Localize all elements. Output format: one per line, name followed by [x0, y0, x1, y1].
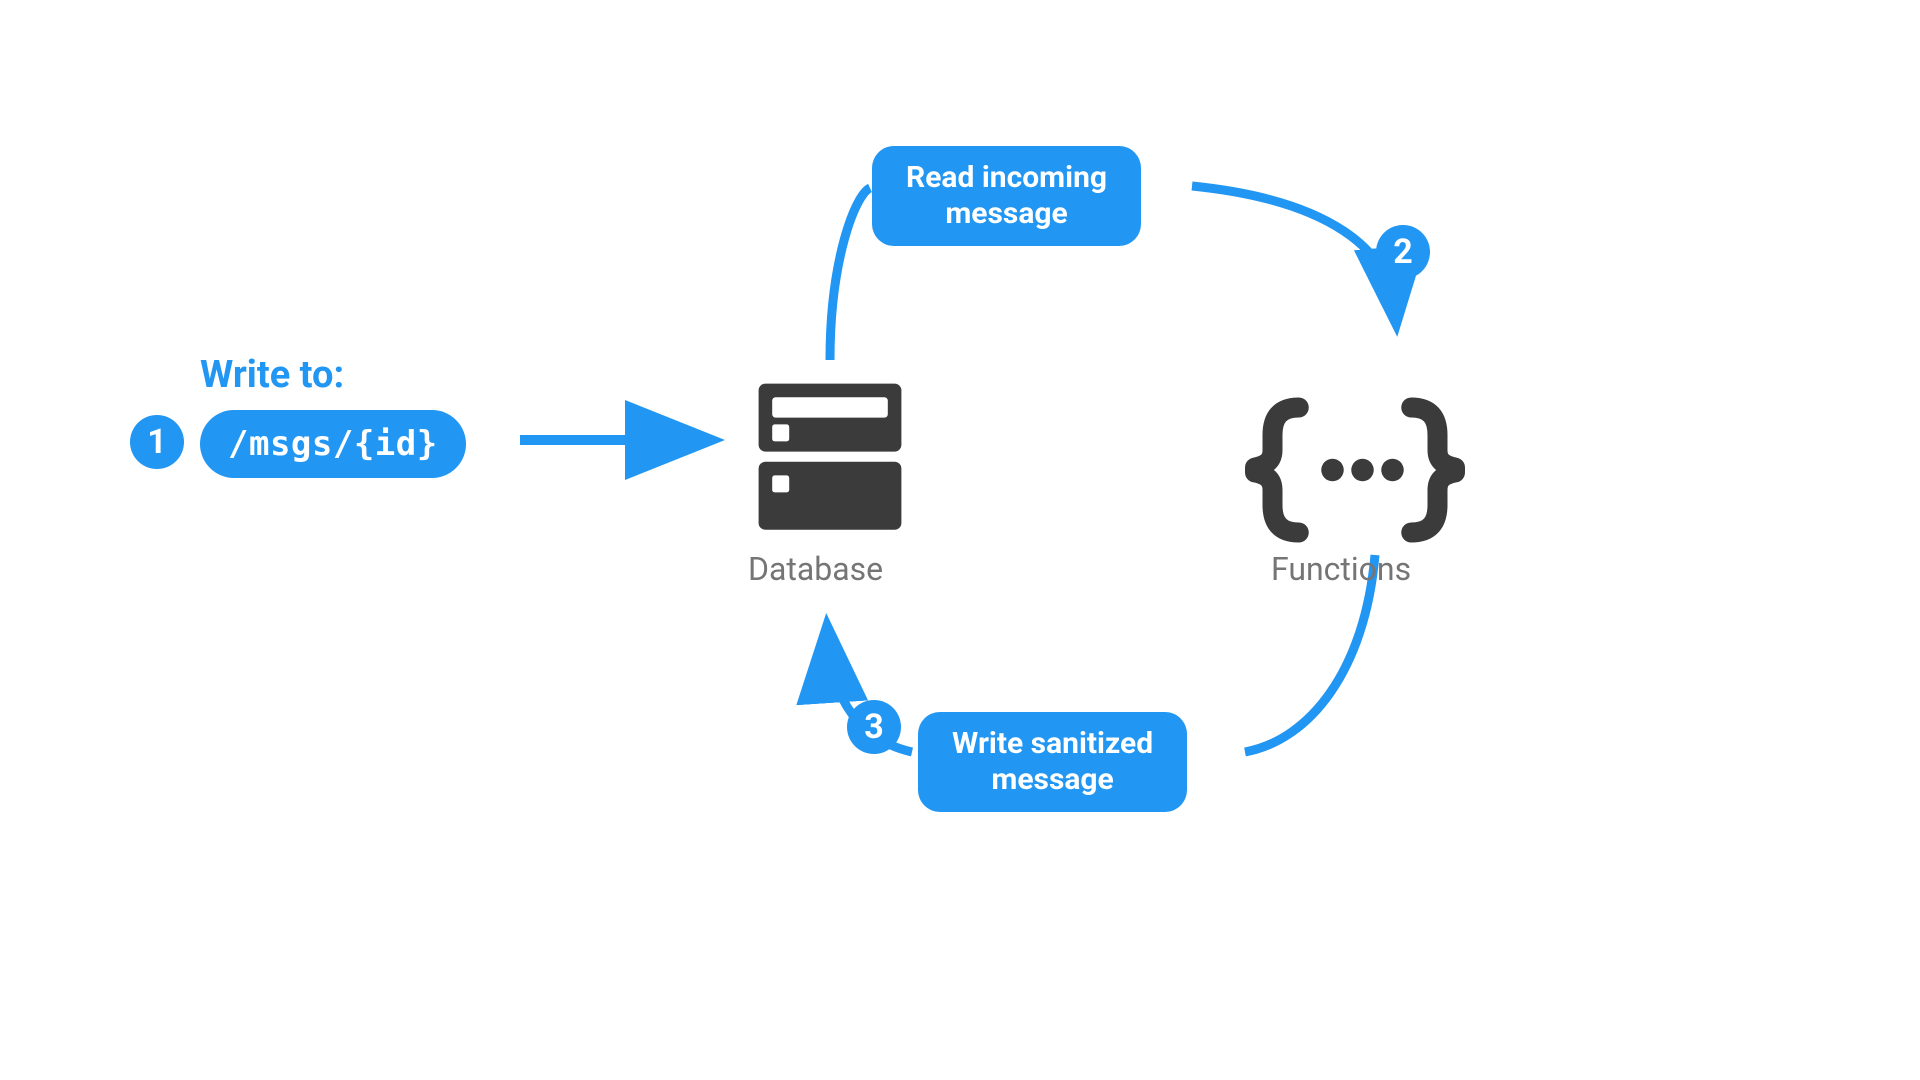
path-pill: /msgs/{id}	[200, 410, 466, 478]
step-number: 1	[147, 422, 167, 462]
step-badge-3: 3	[847, 700, 901, 754]
step-number: 2	[1393, 232, 1413, 272]
flow-diagram: Write to: 1 2 3 /msgs/{id} Read incoming…	[0, 0, 1920, 1080]
functions-label: Functions	[1271, 550, 1411, 588]
write-to-label: Write to:	[200, 353, 344, 397]
step-badge-2: 2	[1376, 225, 1430, 279]
step-number: 3	[864, 707, 884, 747]
pill-text: Write sanitized message	[952, 726, 1153, 797]
arc-read-pill-to-functions	[1192, 186, 1395, 310]
read-message-pill: Read incoming message	[872, 146, 1141, 246]
step-badge-1: 1	[130, 415, 184, 469]
arc-db-to-read-pill	[830, 188, 870, 360]
functions-icon	[1240, 395, 1470, 549]
database-label: Database	[748, 550, 883, 588]
pill-text: Read incoming message	[906, 160, 1107, 231]
database-icon	[745, 370, 915, 544]
write-message-pill: Write sanitized message	[918, 712, 1187, 812]
